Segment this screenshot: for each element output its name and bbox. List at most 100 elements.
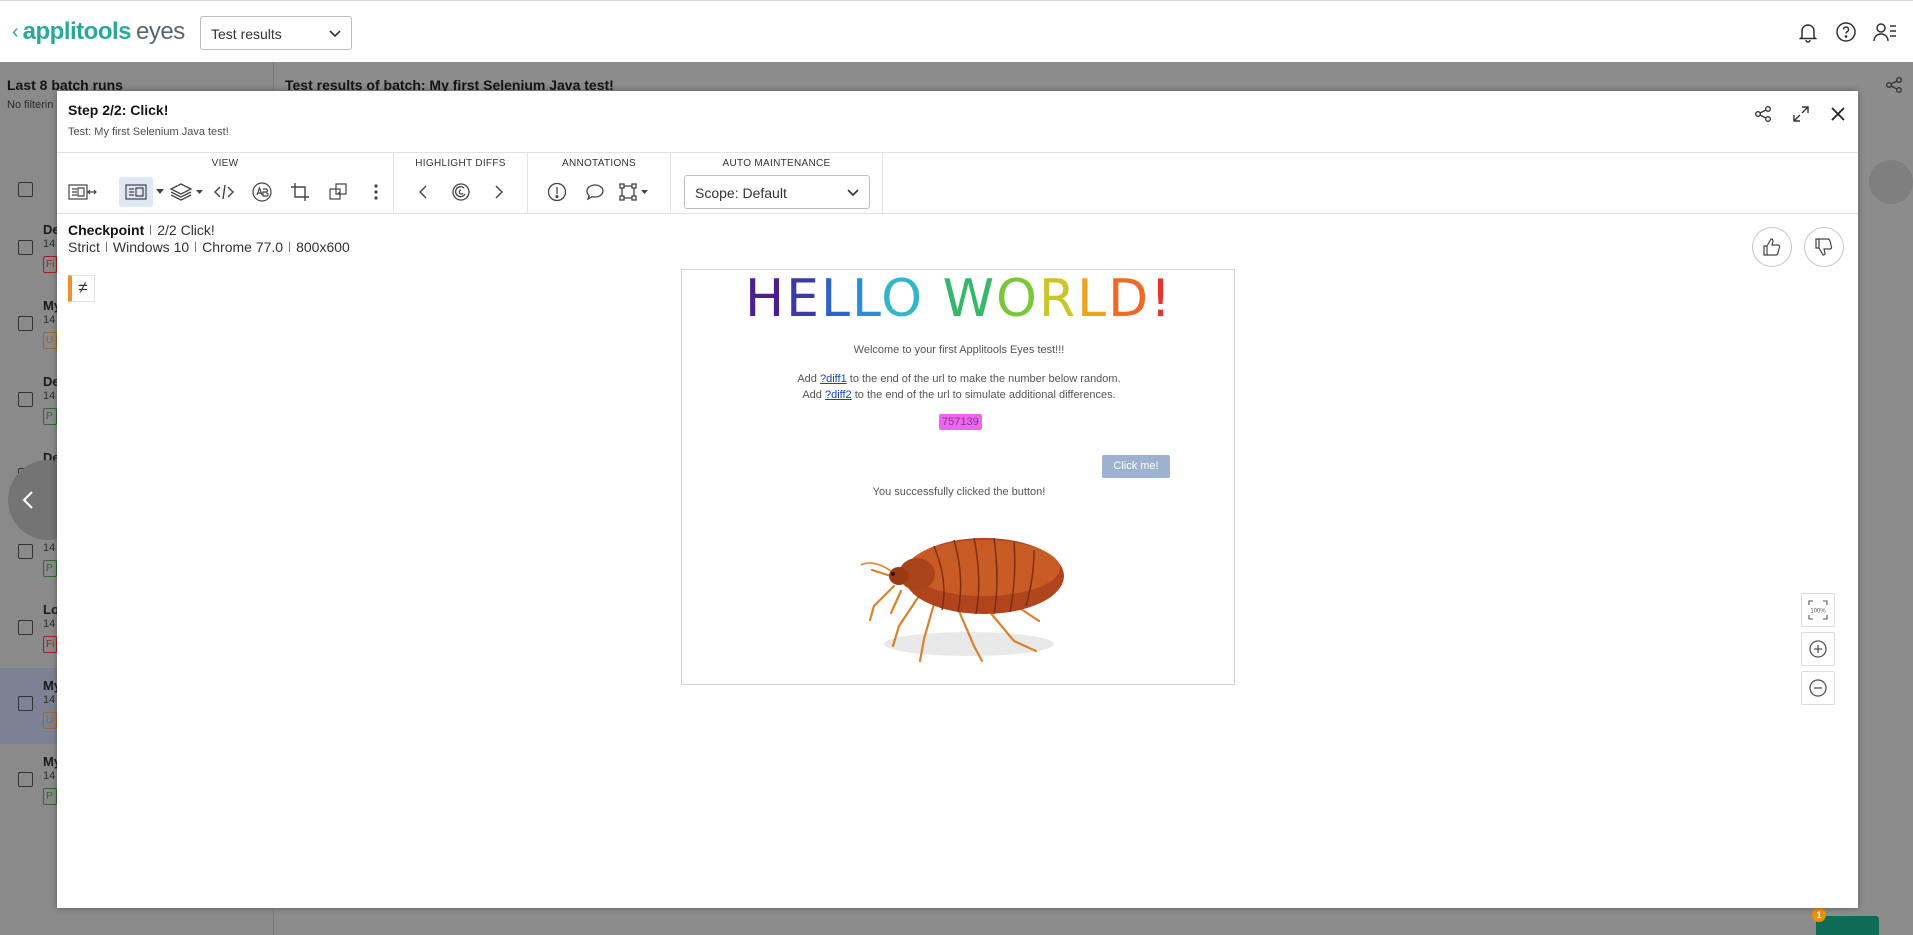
view-select-value: Test results (211, 26, 282, 42)
hello-world-heading: HELLO WORLD! (682, 269, 1234, 329)
os-name: Windows 10 (112, 239, 190, 255)
annotations-group-label: ANNOTATIONS (561, 158, 637, 169)
user-settings-icon[interactable] (1873, 21, 1897, 43)
batch-row-status-badge: Fi (43, 636, 57, 653)
welcome-text: Welcome to your first Applitools Eyes te… (853, 344, 1065, 356)
batch-row-status-badge: P (43, 408, 57, 425)
hello-letter: O (996, 269, 1039, 329)
scope-select[interactable]: Scope: Default (684, 175, 870, 209)
select-all-checkbox[interactable] (18, 182, 33, 197)
success-message: You successfully clicked the button! (872, 486, 1046, 498)
view-group-label: VIEW (211, 158, 239, 169)
random-number-diff: 757139 (939, 414, 982, 430)
hello-letter (924, 270, 943, 329)
remark-icon[interactable] (576, 177, 614, 207)
applitools-logo[interactable]: ‹ applitools eyes (12, 18, 185, 45)
batch-row-date: 14 (43, 618, 56, 630)
batch-row-checkbox[interactable] (18, 696, 33, 711)
zoom-fit-button[interactable]: 100% (1801, 593, 1835, 627)
side-by-side-icon[interactable] (67, 177, 119, 207)
diff2-instruction: Add ?diff2 to the end of the url to simu… (802, 389, 1116, 401)
modal-header: Step 2/2: Click! Test: My first Selenium… (57, 91, 1858, 153)
next-diff-icon[interactable] (480, 177, 518, 207)
match-region-icon[interactable] (614, 177, 652, 207)
zoom-out-button[interactable] (1801, 671, 1835, 705)
hello-letter: W (942, 269, 996, 329)
batch-row-checkbox[interactable] (18, 620, 33, 635)
layers-icon[interactable] (167, 177, 205, 207)
sidebar-filter-text: No filterin (7, 99, 54, 111)
batch-row-status-badge: P (43, 560, 57, 577)
highlight-diffs-group: HIGHLIGHT DIFFS (394, 153, 528, 214)
batch-row-date: 14 (43, 770, 56, 782)
chevron-down-icon (847, 189, 859, 197)
notifications-icon[interactable] (1797, 21, 1819, 43)
hello-letter: L (821, 269, 852, 329)
diff2-link: ?diff2 (824, 389, 852, 401)
help-icon[interactable] (1835, 21, 1857, 43)
save-button[interactable] (1869, 160, 1913, 204)
copy-region-icon[interactable] (319, 177, 357, 207)
step-title: Step 2/2: Click! (68, 102, 169, 118)
share-icon[interactable] (1754, 105, 1772, 128)
hello-letter: ! (1150, 269, 1173, 329)
close-icon[interactable] (1830, 106, 1846, 127)
zoom-in-button[interactable] (1801, 632, 1835, 666)
batch-row-checkbox[interactable] (18, 240, 33, 255)
zoom-fit-label: 100% (1810, 609, 1826, 615)
text-compare-icon[interactable] (243, 177, 281, 207)
more-options-icon[interactable] (357, 177, 395, 207)
viewer-toolbar: VIEW HIGHLIGHT DIFFS ANNOTATIONS AUTO MA… (57, 153, 1858, 267)
batch-row-status-badge: P (43, 788, 57, 805)
checkpoint-environment: Strict Windows 10 Chrome 77.0 800x600 (68, 239, 350, 255)
chat-button[interactable] (1816, 916, 1879, 935)
app-header: ‹ applitools eyes Test results (0, 0, 1913, 62)
hello-letter: O (881, 269, 925, 329)
checkpoint-screenshot[interactable]: HELLO WORLD! Welcome to your first Appli… (681, 269, 1235, 685)
logo-secondary-text: eyes (136, 18, 185, 45)
hello-letter: R (1038, 269, 1078, 329)
bedbug-icon (860, 537, 1064, 663)
browser-name: Chrome 77.0 (202, 239, 284, 255)
checkpoint-header: Checkpoint 2/2 Click! (68, 222, 215, 238)
thumbs-down-button[interactable] (1804, 227, 1844, 267)
hello-letter: L (851, 269, 882, 329)
batch-share-icon[interactable] (1885, 76, 1903, 99)
logo-mark-icon: ‹ (12, 20, 19, 43)
checkpoint-label: Checkpoint (68, 222, 145, 238)
batch-row-status-badge: Fi (43, 256, 57, 273)
expand-icon[interactable] (1792, 105, 1810, 128)
batch-row-date: 14 (43, 238, 56, 250)
batch-row-date: 14 (43, 542, 56, 554)
highlight-group-label: HIGHLIGHT DIFFS (415, 158, 506, 169)
batch-row-checkbox[interactable] (18, 392, 33, 407)
hello-letter: L (1077, 269, 1109, 329)
step-subtitle: Test: My first Selenium Java test! (68, 126, 229, 138)
previous-diff-icon[interactable] (404, 177, 442, 207)
hello-letter: D (1108, 269, 1151, 329)
view-select[interactable]: Test results (200, 16, 352, 50)
maintenance-group-label: AUTO MAINTENANCE (722, 158, 831, 169)
toggle-view-icon[interactable] (119, 177, 153, 207)
chevron-down-icon (329, 30, 341, 38)
logo-primary-text: applitools (22, 18, 132, 45)
chat-notification-badge: 1 (1812, 908, 1826, 922)
batch-row-checkbox[interactable] (18, 544, 33, 559)
viewport-size: 800x600 (296, 239, 350, 255)
match-level: Strict (68, 239, 100, 255)
crop-icon[interactable] (281, 177, 319, 207)
view-tool-group: VIEW (57, 153, 394, 214)
thumbs-up-button[interactable] (1752, 227, 1792, 267)
step-details-modal: Step 2/2: Click! Test: My first Selenium… (57, 91, 1858, 908)
chevron-down-icon[interactable] (153, 177, 167, 207)
batch-row-checkbox[interactable] (18, 316, 33, 331)
code-view-icon[interactable] (205, 177, 243, 207)
checkpoint-step: 2/2 Click! (157, 222, 215, 238)
bug-region-icon[interactable] (538, 177, 576, 207)
annotations-group: ANNOTATIONS (528, 153, 671, 214)
batch-row-checkbox[interactable] (18, 772, 33, 787)
highlight-diffs-icon[interactable] (442, 177, 480, 207)
batch-row-status-badge: U (43, 332, 57, 349)
diff-status-marker[interactable]: ≠ (68, 275, 95, 302)
batch-row-date: 14 (43, 694, 56, 706)
